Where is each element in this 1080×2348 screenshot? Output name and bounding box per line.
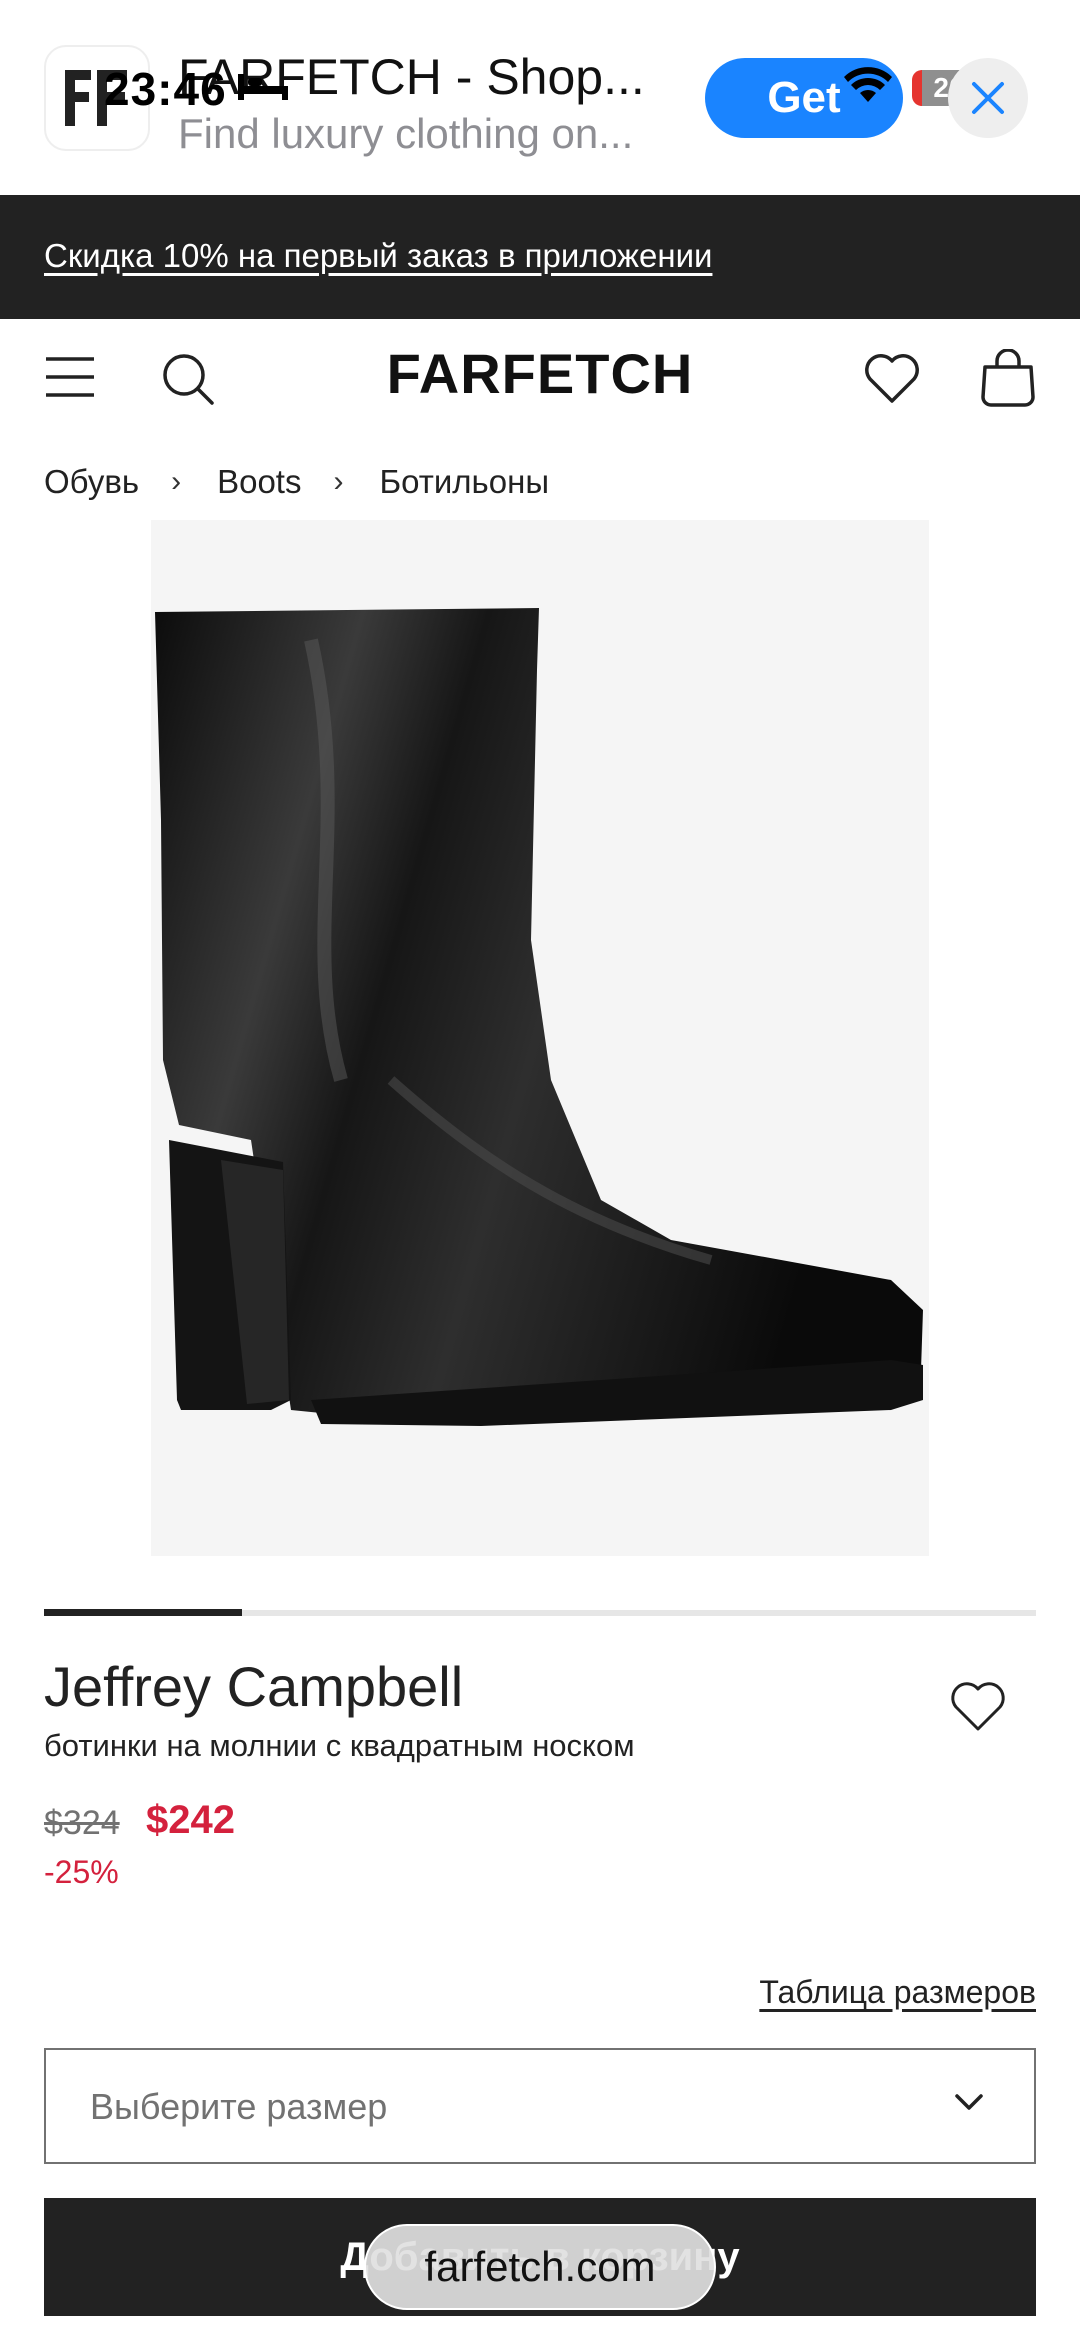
discount-badge: -25% — [44, 1854, 119, 1890]
sleep-bed-icon — [238, 74, 288, 100]
size-select-placeholder: Выберите размер — [90, 2086, 388, 2127]
wishlist-heart-icon[interactable] — [864, 351, 920, 405]
boot-illustration — [155, 608, 923, 1426]
breadcrumb-item-shoes[interactable]: Обувь — [44, 463, 139, 501]
site-header: FARFETCH — [0, 319, 1080, 439]
browser-url-bar[interactable]: farfetch.com — [364, 2224, 716, 2310]
breadcrumb-item-ankle-boots[interactable]: Ботильоны — [379, 463, 549, 501]
close-icon — [972, 82, 1004, 114]
size-select-dropdown[interactable]: Выберите размер — [44, 2048, 1036, 2164]
search-icon[interactable] — [160, 351, 216, 407]
sale-price: $242 — [146, 1798, 235, 1842]
page: FARFETCH - Shop... Find luxury clothing … — [0, 0, 1080, 2348]
close-banner-button[interactable] — [948, 58, 1028, 138]
size-guide-link[interactable]: Таблица размеров — [759, 1974, 1036, 2011]
breadcrumb-item-boots[interactable]: Boots — [217, 463, 301, 501]
breadcrumb-separator: › — [171, 465, 182, 498]
add-to-wishlist-button[interactable] — [948, 1678, 1008, 1736]
promo-bar: Скидка 10% на первый заказ в приложении — [0, 195, 1080, 319]
original-price: $324 — [44, 1804, 120, 1842]
product-brand[interactable]: Jeffrey Campbell — [44, 1654, 463, 1719]
chevron-down-icon — [955, 2094, 983, 2110]
app-banner-subtitle: Find luxury clothing on... — [178, 110, 634, 157]
carousel-progress-indicator — [44, 1609, 242, 1616]
product-image[interactable] — [151, 520, 929, 1556]
heart-icon — [951, 1681, 1005, 1730]
status-time: 23:46 — [104, 63, 227, 115]
menu-icon[interactable] — [44, 355, 96, 399]
product-description: ботинки на молнии с квадратным носком — [44, 1728, 635, 1763]
wifi-icon — [844, 67, 892, 102]
breadcrumb-separator: › — [333, 465, 344, 498]
app-banner: FARFETCH - Shop... Find luxury clothing … — [0, 0, 1080, 195]
farfetch-logo[interactable]: FARFETCH — [360, 341, 720, 406]
promo-link[interactable]: Скидка 10% на первый заказ в приложении — [44, 237, 712, 275]
breadcrumb: Обувь › Boots › Ботильоны — [44, 460, 549, 504]
shopping-bag-icon[interactable] — [980, 349, 1036, 407]
